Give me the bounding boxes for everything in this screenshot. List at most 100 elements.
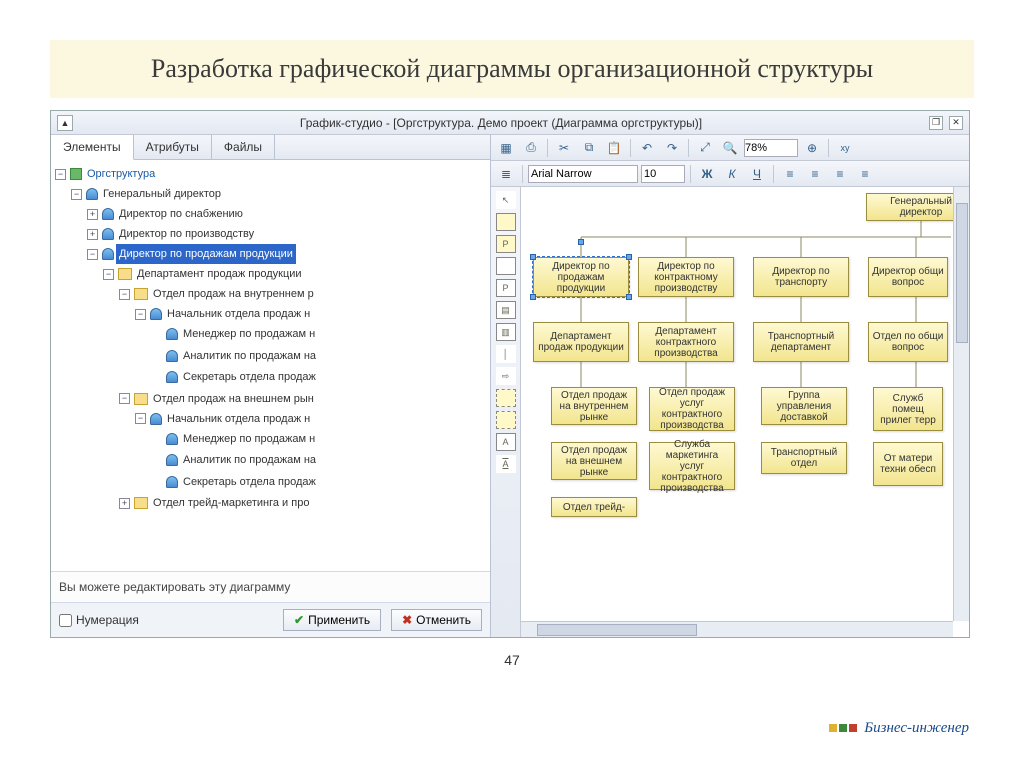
tree-root-label: Оргструктура xyxy=(84,164,158,184)
tab-elements[interactable]: Элементы xyxy=(51,135,134,160)
tab-attributes[interactable]: Атрибуты xyxy=(134,135,212,159)
org-box[interactable]: Департамент продаж продукции xyxy=(533,322,629,362)
tool-zoom-icon[interactable]: 🔍 xyxy=(719,138,741,158)
tree-item[interactable]: +Директор по снабжению xyxy=(87,204,246,224)
tool-cut-icon[interactable]: ✂ xyxy=(553,138,575,158)
tree-item[interactable]: Менеджер по продажам н xyxy=(151,324,318,344)
scrollbar-horizontal[interactable] xyxy=(521,621,953,637)
org-box[interactable]: От матери техни обесп xyxy=(873,442,943,486)
format-toolbar: ≣ Ж К Ч ≡ ≡ ≡ ≡ xyxy=(491,161,969,187)
pal-dashrect-icon[interactable] xyxy=(496,389,516,407)
tree-item[interactable]: Секретарь отдела продаж xyxy=(151,472,319,492)
tree-item[interactable]: −Начальник отдела продаж н xyxy=(135,409,313,429)
org-box[interactable]: Директор по контрактному производству xyxy=(638,257,734,297)
org-box[interactable]: Директор общи вопрос xyxy=(868,257,948,297)
org-box[interactable]: Служба маркетинга услуг контрактного про… xyxy=(649,442,735,490)
numbering-checkbox[interactable]: Нумерация xyxy=(59,613,139,627)
pal-textframe-icon[interactable]: A xyxy=(496,455,516,473)
align-justify-icon[interactable]: ≡ xyxy=(854,164,876,184)
canvas[interactable]: Генеральный директор Директор по продажа… xyxy=(521,187,969,637)
org-box[interactable]: Отдел трейд- xyxy=(551,497,637,517)
restore-button[interactable]: ❐ xyxy=(929,116,943,130)
main-toolbar: ▦ ⎙ ✂ ⧉ 📋 ↶ ↷ ⤢ 🔍 ⊕ xy xyxy=(491,135,969,161)
tree-label: Отдел трейд-маркетинга и про xyxy=(150,493,312,513)
shape-palette: ↖ P P ▤ ▥ │ ⇨ A A xyxy=(491,187,521,637)
pal-vline-icon[interactable]: │ xyxy=(496,345,516,363)
pal-text-icon[interactable]: A xyxy=(496,433,516,451)
pal-arrow-icon[interactable]: ⇨ xyxy=(496,367,516,385)
tool-zoomfit-icon[interactable]: ⤢ xyxy=(694,138,716,158)
tool-grid-icon[interactable]: ▦ xyxy=(495,138,517,158)
window-title: График-студио - [Оргструктура. Демо прое… xyxy=(73,116,929,130)
org-box[interactable]: Департамент контрактного производства xyxy=(638,322,734,362)
tree-label: Директор по продажам продукции xyxy=(116,244,296,264)
tree-label: Секретарь отдела продаж xyxy=(180,367,319,387)
align-right-icon[interactable]: ≡ xyxy=(829,164,851,184)
tree-item[interactable]: Секретарь отдела продаж xyxy=(151,367,319,387)
numbering-label: Нумерация xyxy=(76,613,139,627)
tree-item[interactable]: −Департамент продаж продукции xyxy=(103,264,305,284)
align-left-icon[interactable]: ≡ xyxy=(779,164,801,184)
tree-label: Генеральный директор xyxy=(100,184,224,204)
tree-root[interactable]: − Оргструктура xyxy=(55,164,158,184)
tool-redo-icon[interactable]: ↷ xyxy=(661,138,683,158)
pal-rect-p2-icon[interactable]: P xyxy=(496,279,516,297)
tool-paste-icon[interactable]: 📋 xyxy=(603,138,625,158)
tool-copy-icon[interactable]: ⧉ xyxy=(578,138,600,158)
org-box[interactable]: Транспортный отдел xyxy=(761,442,847,474)
pal-rect2-icon[interactable] xyxy=(496,257,516,275)
tree-item[interactable]: Аналитик по продажам на xyxy=(151,450,319,470)
tree-item[interactable]: Менеджер по продажам н xyxy=(151,429,318,449)
pal-list-icon[interactable]: ▤ xyxy=(496,301,516,319)
close-button[interactable]: ✕ xyxy=(949,116,963,130)
tree-item[interactable]: − Генеральный директор xyxy=(71,184,224,204)
tree-item-selected[interactable]: −Директор по продажам продукции xyxy=(87,244,296,264)
scrollbar-vertical[interactable] xyxy=(953,187,969,621)
tool-layers-icon[interactable]: ≣ xyxy=(495,164,517,184)
apply-button[interactable]: ✔Применить xyxy=(283,609,381,631)
tree-item[interactable]: −Отдел продаж на внутреннем р xyxy=(119,284,317,304)
app-icon: ▲ xyxy=(57,115,73,131)
tree-item[interactable]: Аналитик по продажам на xyxy=(151,346,319,366)
tree[interactable]: − Оргструктура − Генеральный директор xyxy=(51,160,490,571)
tool-underline-icon[interactable]: Ч xyxy=(746,164,768,184)
tree-item[interactable]: +Отдел трейд-маркетинга и про xyxy=(119,493,312,513)
pal-pointer-icon[interactable]: ↖ xyxy=(496,191,516,209)
tool-italic-icon[interactable]: К xyxy=(721,164,743,184)
zoom-select[interactable] xyxy=(744,139,798,157)
tree-label: Директор по производству xyxy=(116,224,257,244)
org-box[interactable]: Отдел продаж на внутреннем рынке xyxy=(551,387,637,425)
pal-rect-p-icon[interactable]: P xyxy=(496,235,516,253)
tool-bold-icon[interactable]: Ж xyxy=(696,164,718,184)
org-box[interactable]: Служб помещ прилег терр xyxy=(873,387,943,431)
org-box[interactable]: Отдел продаж услуг контрактного производ… xyxy=(649,387,735,431)
hint-text: Вы можете редактировать эту диаграмму xyxy=(51,571,490,602)
org-box[interactable]: Директор по транспорту xyxy=(753,257,849,297)
tree-label: Отдел продаж на внешнем рын xyxy=(150,389,317,409)
slide-title: Разработка графической диаграммы организ… xyxy=(50,40,974,98)
pal-rect-icon[interactable] xyxy=(496,213,516,231)
tree-item[interactable]: −Начальник отдела продаж н xyxy=(135,304,313,324)
pal-dashrect2-icon[interactable] xyxy=(496,411,516,429)
pal-list2-icon[interactable]: ▥ xyxy=(496,323,516,341)
org-box[interactable]: Отдел по общи вопрос xyxy=(868,322,948,362)
tab-files[interactable]: Файлы xyxy=(212,135,275,159)
app-window: ▲ График-студио - [Оргструктура. Демо пр… xyxy=(50,110,970,638)
page-number: 47 xyxy=(50,652,974,668)
org-box-selected[interactable]: Директор по продажам продукции xyxy=(533,257,629,297)
fontsize-select[interactable] xyxy=(641,165,685,183)
org-box[interactable]: Транспортный департамент xyxy=(753,322,849,362)
align-center-icon[interactable]: ≡ xyxy=(804,164,826,184)
titlebar: ▲ График-студио - [Оргструктура. Демо пр… xyxy=(51,111,969,135)
tool-xy-icon[interactable]: xy xyxy=(834,138,856,158)
tree-label: Отдел продаж на внутреннем р xyxy=(150,284,317,304)
tool-zoomreset-icon[interactable]: ⊕ xyxy=(801,138,823,158)
tool-print-icon[interactable]: ⎙ xyxy=(520,138,542,158)
tree-item[interactable]: −Отдел продаж на внешнем рын xyxy=(119,389,317,409)
tree-item[interactable]: +Директор по производству xyxy=(87,224,257,244)
org-box[interactable]: Группа управления доставкой xyxy=(761,387,847,425)
cancel-button[interactable]: ✖Отменить xyxy=(391,609,482,631)
font-select[interactable] xyxy=(528,165,638,183)
org-box[interactable]: Отдел продаж на внешнем рынке xyxy=(551,442,637,480)
tool-undo-icon[interactable]: ↶ xyxy=(636,138,658,158)
